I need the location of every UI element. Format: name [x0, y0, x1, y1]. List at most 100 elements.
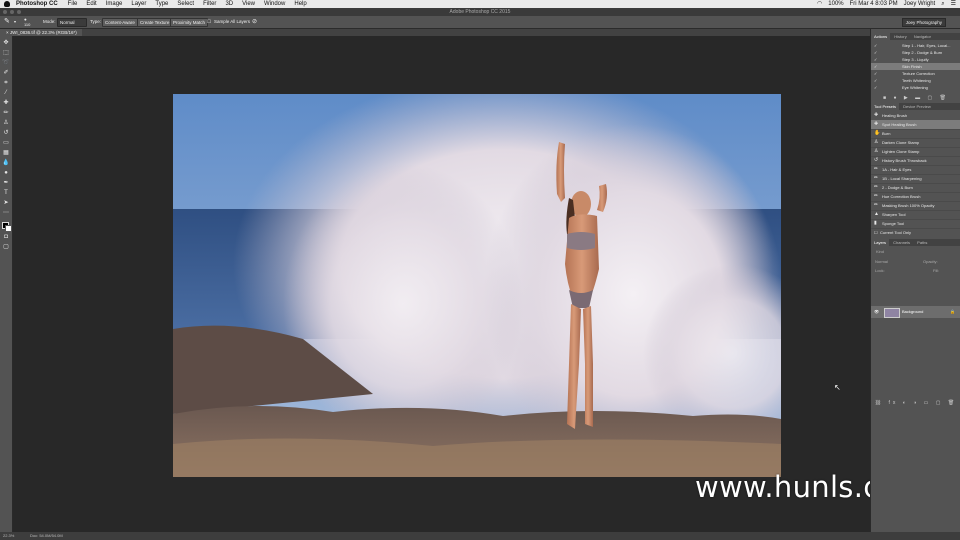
eye-icon[interactable]: 👁 — [874, 306, 879, 318]
action-row[interactable]: ✓ Teeth Whitening — [871, 77, 960, 84]
more-tools-icon[interactable]: ⋯ — [2, 210, 10, 217]
battery-label[interactable]: 100% — [828, 0, 843, 8]
check-icon[interactable]: ✓ — [874, 56, 877, 63]
check-icon[interactable]: ✓ — [874, 70, 877, 77]
menu-filter[interactable]: Filter — [203, 0, 216, 8]
menu-select[interactable]: Select — [177, 0, 194, 8]
brush-tool-icon[interactable]: ✏ — [2, 110, 10, 117]
tool-preset-arrow-icon[interactable]: ▾ — [14, 16, 16, 28]
action-row[interactable]: ✓ Step 2 - Dodge & Burn — [871, 49, 960, 56]
check-icon[interactable]: ✓ — [874, 84, 877, 91]
action-row[interactable]: ✓ Eye Whitening — [871, 84, 960, 91]
healing-brush-icon[interactable]: ✎ — [4, 16, 10, 28]
photo-graphic — [173, 94, 781, 477]
user-name[interactable]: Joey Wright — [904, 0, 936, 8]
quick-mask-icon[interactable]: ◘ — [2, 234, 10, 241]
doc-info[interactable]: Doc: 54.0M/54.0M — [30, 532, 63, 540]
current-tool-only-checkbox[interactable]: ☐ — [874, 229, 878, 236]
action-row[interactable]: ✓ Step 3 - Liquify — [871, 56, 960, 63]
wifi-icon[interactable]: ◠ — [817, 0, 822, 8]
menu-edit[interactable]: Edit — [86, 0, 96, 8]
menu-help[interactable]: Help — [294, 0, 306, 8]
preset-row[interactable]: ▮ Sponge Tool — [871, 219, 960, 229]
apple-icon[interactable] — [4, 1, 10, 7]
check-icon[interactable]: ✓ — [874, 42, 877, 49]
action-row[interactable]: ✓ Step 1 - Hair, Eyes, Local... — [871, 42, 960, 49]
preset-label: 1A - Hair & Eyes — [882, 167, 912, 172]
tab-paths[interactable]: Paths — [914, 239, 930, 246]
dodge-tool-icon[interactable]: ● — [2, 170, 10, 177]
path-select-tool-icon[interactable]: ➤ — [2, 200, 10, 207]
lock-icon: 🔒 — [950, 309, 955, 314]
blur-tool-icon[interactable]: 💧 — [2, 160, 10, 167]
actions-panel-tabs: Actions History Navigator — [871, 33, 960, 40]
preset-label: 1B - Local Sharpening — [882, 176, 922, 181]
pen-tool-icon[interactable]: ✒ — [2, 180, 10, 187]
lasso-tool-icon[interactable]: ➰ — [2, 60, 10, 67]
brush-icon: ✏ — [874, 193, 879, 199]
healing-tool-icon[interactable]: ✚ — [2, 100, 10, 107]
marquee-tool-icon[interactable]: ⬚ — [2, 50, 10, 57]
menu-window[interactable]: Window — [264, 0, 285, 8]
quick-select-tool-icon[interactable]: ✐ — [2, 70, 10, 77]
tab-tool-presets[interactable]: Tool Presets — [871, 103, 900, 110]
bandage-icon: ✚ — [874, 112, 879, 118]
check-icon[interactable]: ✓ — [874, 63, 877, 70]
mode-select[interactable]: Normal — [57, 18, 87, 27]
gradient-tool-icon[interactable]: ▦ — [2, 150, 10, 157]
sponge-icon: ▮ — [874, 220, 877, 226]
close-tab-icon[interactable]: × — [6, 30, 9, 35]
document-image[interactable] — [173, 94, 781, 477]
current-tool-only-row[interactable]: ☐ Current Tool Only — [871, 229, 960, 236]
screen-mode-icon[interactable]: ▢ — [2, 244, 10, 251]
document-tab[interactable]: × JWI_0836.tif @ 22.3% (RGB/16*) — [0, 29, 82, 36]
menu-view[interactable]: View — [242, 0, 255, 8]
pressure-icon[interactable]: ⊘ — [252, 16, 257, 28]
brush-icon: ✏ — [874, 202, 879, 208]
crop-tool-icon[interactable]: ⌗ — [2, 80, 10, 87]
proximity-match-button[interactable]: Proximity Match — [170, 18, 209, 27]
tab-history[interactable]: History — [891, 33, 909, 40]
fill-label[interactable]: Fill: — [933, 268, 939, 273]
layer-row[interactable]: 👁 Background 🔒 — [871, 306, 960, 318]
eyedropper-tool-icon[interactable]: ⁄ — [2, 90, 10, 97]
eraser-tool-icon[interactable]: ▭ — [2, 140, 10, 147]
check-icon[interactable]: ✓ — [874, 77, 877, 84]
zoom-level[interactable]: 22.3% — [3, 532, 14, 540]
sample-all-layers-checkbox[interactable]: ☐ — [207, 16, 211, 28]
tab-device-preview[interactable]: Device Preview — [900, 103, 934, 110]
content-aware-button[interactable]: Content-Aware — [102, 18, 138, 27]
menu-layer[interactable]: Layer — [131, 0, 146, 8]
layer-filter-kind[interactable]: Kind — [876, 249, 884, 254]
app-menu[interactable]: Photoshop CC — [16, 0, 58, 8]
layer-name[interactable]: Background — [902, 306, 923, 318]
tab-layers[interactable]: Layers — [871, 239, 890, 246]
move-tool-icon[interactable]: ✥ — [2, 40, 10, 47]
clone-stamp-tool-icon[interactable]: ♙ — [2, 120, 10, 127]
list-icon[interactable]: ☰ — [951, 0, 956, 8]
actions-panel-buttons[interactable]: ■ ● ▶ ▬ ▢ 🗑 — [871, 95, 960, 101]
opacity-label[interactable]: Opacity: — [923, 259, 938, 264]
menu-image[interactable]: Image — [106, 0, 123, 8]
history-brush-tool-icon[interactable]: ↺ — [2, 130, 10, 137]
blend-mode-select[interactable]: Normal — [875, 259, 888, 264]
menu-file[interactable]: File — [68, 0, 78, 8]
action-row-selected[interactable]: ✓ Skin Finish — [871, 63, 960, 70]
search-icon[interactable]: ⌕ — [941, 0, 944, 8]
menu-3d[interactable]: 3D — [225, 0, 233, 8]
tab-channels[interactable]: Channels — [890, 239, 913, 246]
window-title: Adobe Photoshop CC 2015 — [449, 9, 511, 15]
tab-navigator[interactable]: Navigator — [911, 33, 934, 40]
action-label: Texture Correction — [902, 71, 935, 76]
type-tool-icon[interactable]: T — [2, 190, 10, 197]
create-texture-button[interactable]: Create Texture — [137, 18, 173, 27]
layers-panel-buttons[interactable]: ⛓ fx ◐ ◑ ▭ ▢ 🗑 — [871, 400, 960, 406]
action-row[interactable]: ✓ Texture Correction — [871, 70, 960, 77]
tab-actions[interactable]: Actions — [871, 33, 891, 40]
workspace-select[interactable]: Joey Photography — [901, 18, 946, 27]
clock[interactable]: Fri Mar 4 8:03 PM — [850, 0, 898, 8]
background-color-swatch[interactable] — [5, 225, 12, 232]
check-icon[interactable]: ✓ — [874, 49, 877, 56]
menu-type[interactable]: Type — [155, 0, 168, 8]
preset-label: Sharpen Tool — [882, 212, 906, 217]
